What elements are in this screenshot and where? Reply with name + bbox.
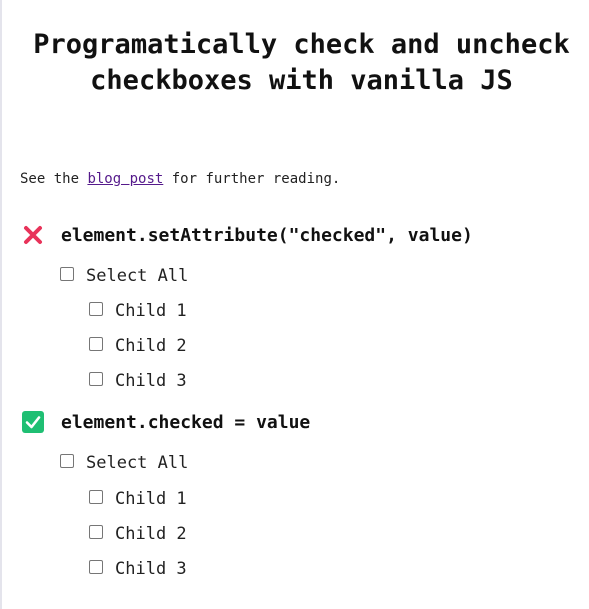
child-3-label: Child 3 <box>115 371 187 391</box>
child-3-row[interactable]: Child 3 <box>89 557 187 581</box>
checkmark-icon <box>22 411 44 433</box>
child-1-row[interactable]: Child 1 <box>89 299 187 323</box>
cross-icon <box>22 224 44 246</box>
child-3-checkbox[interactable] <box>89 560 103 574</box>
intro-text-before: See the <box>20 171 88 187</box>
child-2-row[interactable]: Child 2 <box>89 334 187 358</box>
child-1-checkbox[interactable] <box>89 302 103 316</box>
child-2-checkbox[interactable] <box>89 525 103 539</box>
child-2-label: Child 2 <box>115 336 187 356</box>
blog-post-link[interactable]: blog post <box>87 171 163 187</box>
child-1-label: Child 1 <box>115 301 187 321</box>
child-1-row[interactable]: Child 1 <box>89 487 187 511</box>
select-all-label: Select All <box>86 266 189 286</box>
child-2-label: Child 2 <box>115 524 187 544</box>
section-heading-code: element.checked = value <box>61 411 311 433</box>
select-all-row[interactable]: Select All <box>60 264 188 288</box>
select-all-label: Select All <box>86 453 189 473</box>
child-3-label: Child 3 <box>115 559 187 579</box>
child-1-checkbox[interactable] <box>89 490 103 504</box>
child-2-checkbox[interactable] <box>89 337 103 351</box>
select-all-checkbox[interactable] <box>60 454 74 468</box>
section-heading: element.setAttribute("checked", value) <box>22 222 473 248</box>
child-1-label: Child 1 <box>115 489 187 509</box>
select-all-checkbox[interactable] <box>60 267 74 281</box>
child-3-checkbox[interactable] <box>89 372 103 386</box>
page-title: Programatically check and uncheck checkb… <box>33 29 570 96</box>
child-2-row[interactable]: Child 2 <box>89 522 187 546</box>
child-3-row[interactable]: Child 3 <box>89 369 187 393</box>
intro-text-after: for further reading. <box>163 171 341 187</box>
section-heading: element.checked = value <box>22 409 310 435</box>
intro-paragraph: See the blog post for further reading. <box>20 170 340 188</box>
section-heading-code: element.setAttribute("checked", value) <box>61 224 473 246</box>
select-all-row[interactable]: Select All <box>60 451 188 475</box>
